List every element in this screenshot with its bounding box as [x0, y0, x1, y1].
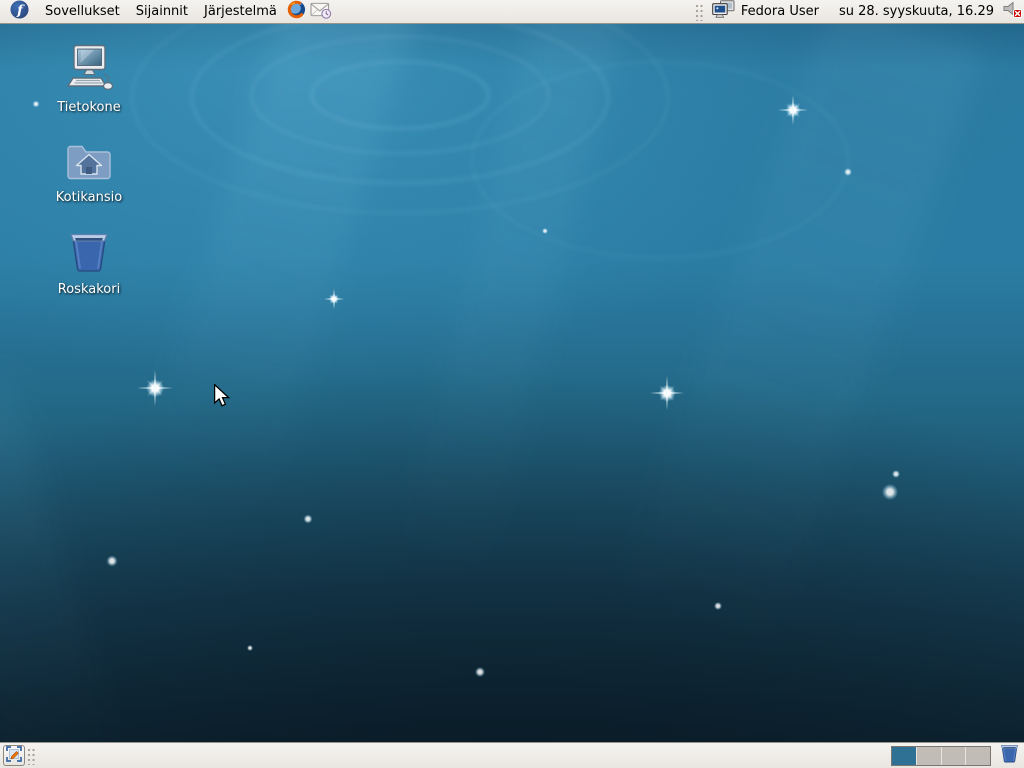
firefox-launcher[interactable]: [285, 0, 309, 23]
panel-right-cluster: Fedora User su 28. syyskuuta, 16.29: [693, 0, 1022, 23]
trash-applet[interactable]: [997, 744, 1021, 767]
menu-label: Järjestelmä: [204, 4, 277, 19]
workspace-4[interactable]: [966, 747, 990, 765]
workspace-2[interactable]: [917, 747, 942, 765]
volume-muted-icon: [1003, 1, 1022, 22]
clock-applet[interactable]: su 28. syyskuuta, 16.29: [831, 4, 1002, 19]
trash-icon: [66, 230, 112, 278]
show-desktop-button[interactable]: [3, 745, 25, 766]
firefox-icon: [287, 0, 306, 23]
star-glow: [33, 101, 40, 108]
light-beam: [0, 373, 126, 768]
star-sparkle: [324, 289, 344, 309]
desktop-wallpaper: [0, 0, 1024, 768]
bottom-panel: [0, 742, 1024, 768]
menu-label: Sovellukset: [45, 4, 120, 19]
computer-screens-icon: [712, 0, 735, 23]
show-desktop-icon: [6, 746, 22, 766]
mouse-cursor: [213, 384, 230, 413]
desktop-icon-home-folder[interactable]: Kotikansio: [50, 140, 128, 205]
ripple-ring: [470, 60, 850, 260]
desktop-icon-trash[interactable]: Roskakori: [50, 230, 128, 297]
window-list-drag-handle[interactable]: [27, 747, 36, 765]
star-glow: [475, 667, 485, 677]
evolution-mail-icon: [310, 0, 332, 23]
user-switcher-label: Fedora User: [741, 4, 819, 19]
menu-applications[interactable]: Sovellukset: [37, 0, 128, 23]
desktop-icon-column: Tietokone Kotikansio Rosk: [50, 44, 128, 297]
star-sparkle: [778, 95, 808, 125]
star-glow: [882, 484, 898, 500]
star-glow: [247, 645, 253, 651]
desktop-icon-computer[interactable]: Tietokone: [50, 44, 128, 115]
desktop-screen: Tietokone Kotikansio Rosk: [0, 0, 1024, 768]
menu-label: Sijainnit: [136, 4, 188, 19]
desktop-icon-label: Tietokone: [57, 100, 120, 115]
fedora-logo: f: [10, 0, 29, 23]
star-glow: [542, 228, 548, 234]
applications-menu-logo[interactable]: f: [2, 0, 37, 23]
workspace-1[interactable]: [892, 747, 917, 765]
workspace-3[interactable]: [942, 747, 967, 765]
star-glow: [892, 470, 900, 478]
computer-icon: [64, 44, 114, 96]
volume-applet[interactable]: [1002, 0, 1022, 23]
desktop-icon-label: Kotikansio: [56, 190, 122, 205]
applet-drag-handle[interactable]: [695, 3, 704, 21]
workspace-switcher: [891, 746, 991, 766]
star-glow: [107, 556, 118, 567]
top-panel: f Sovellukset Sijainnit Järjestelmä: [0, 0, 1024, 24]
user-switcher-applet[interactable]: Fedora User: [706, 0, 825, 23]
trash-applet-icon: [999, 743, 1020, 768]
menu-places[interactable]: Sijainnit: [128, 0, 196, 23]
star-glow: [714, 602, 722, 610]
star-glow: [844, 168, 852, 176]
menu-system[interactable]: Järjestelmä: [196, 0, 285, 23]
star-glow: [304, 515, 313, 524]
home-folder-icon: [64, 140, 114, 186]
desktop-icon-label: Roskakori: [58, 282, 120, 297]
evolution-launcher[interactable]: [309, 0, 333, 23]
star-sparkle: [650, 376, 684, 410]
star-sparkle: [137, 370, 173, 406]
